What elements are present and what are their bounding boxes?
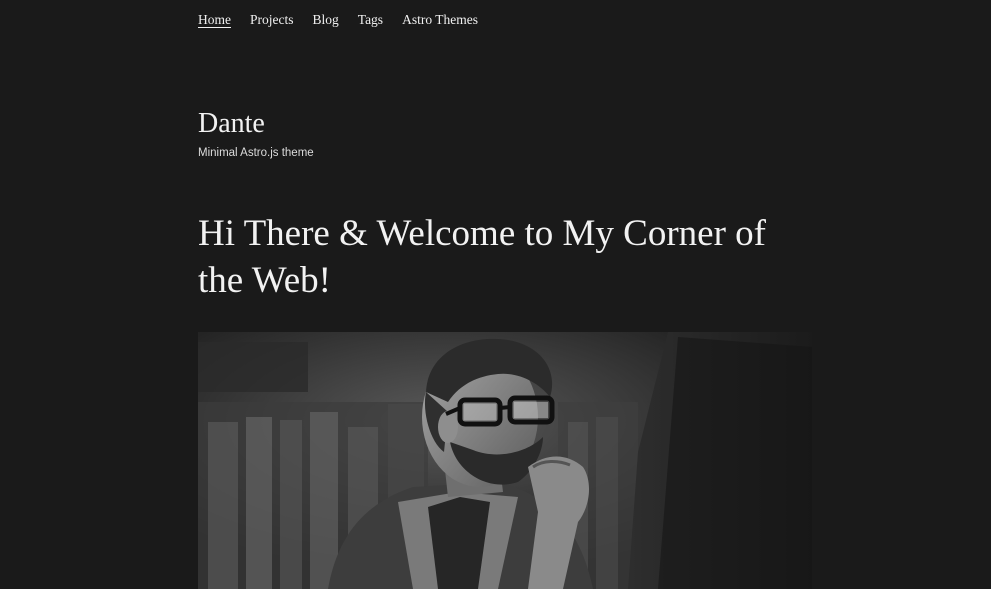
nav-blog-link[interactable]: Blog xyxy=(313,11,339,29)
photo-man-with-glasses-icon xyxy=(198,332,812,589)
site-title[interactable]: Dante xyxy=(198,108,265,140)
site-subtitle: Minimal Astro.js theme xyxy=(198,147,314,159)
hero-heading: Hi There & Welcome to My Corner of the W… xyxy=(198,213,766,301)
hero-image xyxy=(198,332,812,589)
nav-home-link[interactable]: Home xyxy=(198,11,231,29)
nav-tags-link[interactable]: Tags xyxy=(358,11,383,29)
nav-projects-link[interactable]: Projects xyxy=(250,11,294,29)
nav-astro-themes-link[interactable]: Astro Themes xyxy=(402,11,478,29)
main-nav: Home Projects Blog Tags Astro Themes xyxy=(198,11,478,29)
